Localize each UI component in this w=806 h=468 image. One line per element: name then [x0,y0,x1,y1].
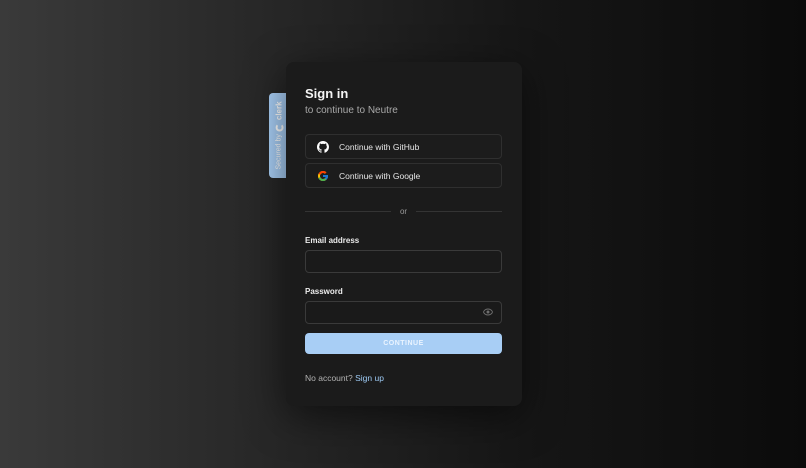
clerk-logo-icon [275,123,284,132]
divider-line-left [305,211,391,212]
eye-icon[interactable] [483,307,493,317]
or-divider: or [305,207,502,216]
badge-prefix: Secured by [275,134,283,170]
email-label: Email address [305,236,360,245]
no-account-text: No account? [305,373,353,383]
password-label: Password [305,287,343,296]
badge-brand: clerk [274,101,284,121]
divider-text: or [399,207,408,216]
sign-in-card: Sign in to continue to Neutre Continue w… [286,62,522,406]
google-button-label: Continue with Google [339,170,421,181]
continue-with-github-button[interactable]: Continue with GitHub [305,134,502,159]
page-title: Sign in [305,86,349,101]
divider-line-right [416,211,502,212]
password-field[interactable] [305,301,502,324]
social-buttons: Continue with GitHub Continue with Googl… [305,134,502,188]
email-field[interactable] [305,250,502,273]
google-icon [317,170,329,182]
sign-up-link[interactable]: Sign up [355,373,384,383]
continue-button[interactable]: CONTINUE [305,333,502,354]
password-field-wrapper [305,297,502,324]
page-subtitle: to continue to Neutre [305,105,398,116]
signup-prompt: No account? Sign up [305,373,502,383]
continue-with-google-button[interactable]: Continue with Google [305,163,502,188]
github-icon [317,140,329,153]
github-button-label: Continue with GitHub [339,141,420,152]
